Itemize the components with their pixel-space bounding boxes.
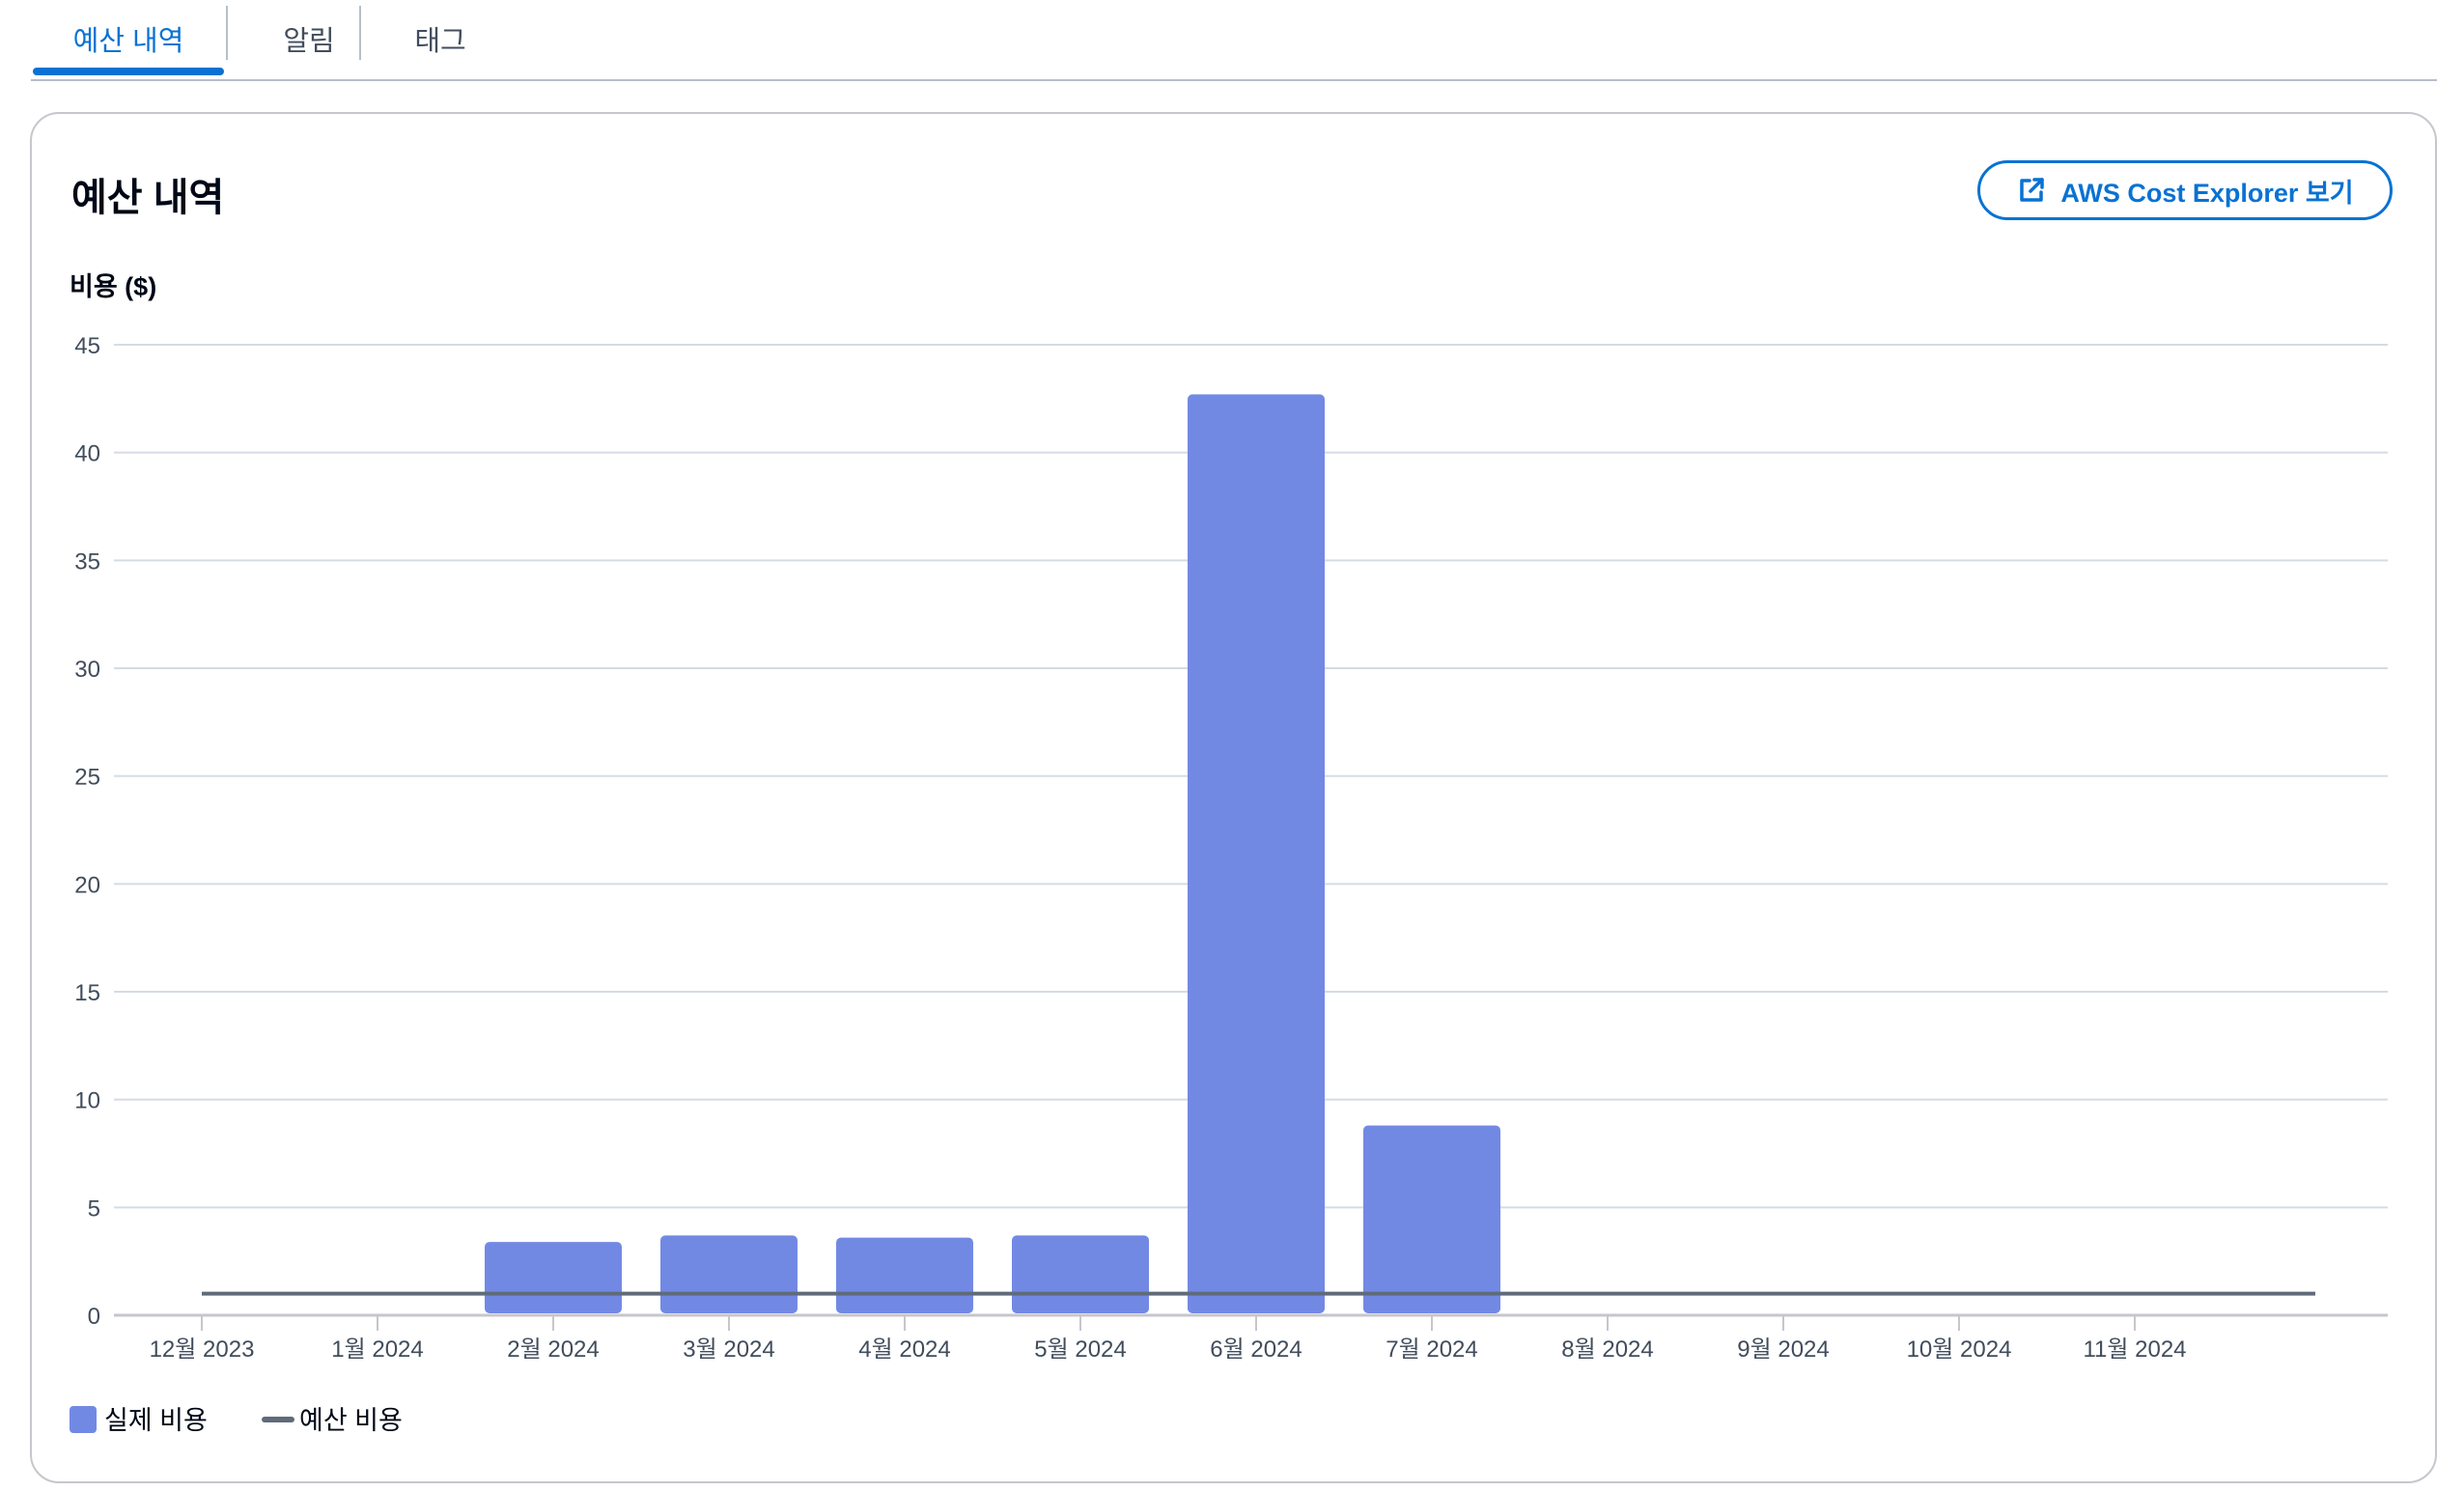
bar: [485, 1242, 622, 1313]
legend-label: 예산 비용: [299, 1406, 403, 1435]
chart-legend: 실제 비용 예산 비용: [70, 1406, 403, 1435]
y-tick-label: 10: [74, 1088, 100, 1114]
budget-history-chart: 비용 ($) 0 5 10 15 20 25 30 35 40 45 12월 2023 1월 2024 2…: [70, 272, 2388, 1435]
x-tick-label: 6월 2024: [1210, 1336, 1302, 1363]
x-tick-label: 3월 2024: [683, 1336, 775, 1363]
x-tick-label: 10월 2024: [1907, 1336, 2012, 1363]
y-tick-label: 25: [74, 765, 100, 791]
bar: [1363, 1125, 1500, 1313]
x-tick-label: 12월 2023: [150, 1336, 255, 1363]
x-tick-label: 11월 2024: [2083, 1336, 2186, 1363]
x-tick-label: 1월 2024: [331, 1336, 424, 1363]
x-tick-label: 7월 2024: [1386, 1336, 1478, 1363]
bar-series: [485, 394, 1500, 1313]
bar: [660, 1235, 798, 1313]
x-tick-label: 4월 2024: [858, 1336, 951, 1363]
y-tick-label: 40: [74, 441, 100, 467]
y-tick-label: 5: [88, 1196, 100, 1222]
y-axis-label: 비용 ($): [70, 272, 156, 301]
bar: [1012, 1235, 1149, 1313]
y-tick-label: 45: [74, 333, 100, 359]
x-tick-label: 9월 2024: [1737, 1336, 1830, 1363]
y-tick-label: 30: [74, 657, 100, 683]
y-tick-label: 20: [74, 872, 100, 898]
x-tick-label: 2월 2024: [507, 1336, 600, 1363]
y-tick-label: 15: [74, 980, 100, 1006]
bar: [836, 1237, 973, 1313]
legend-label: 실제 비용: [104, 1406, 208, 1435]
y-tick-label: 0: [88, 1304, 100, 1330]
bar: [1188, 394, 1325, 1313]
x-tick-label: 8월 2024: [1561, 1336, 1654, 1363]
y-tick-label: 35: [74, 549, 100, 575]
x-tick-label: 5월 2024: [1034, 1336, 1127, 1363]
legend-swatch-actual: [70, 1406, 97, 1433]
